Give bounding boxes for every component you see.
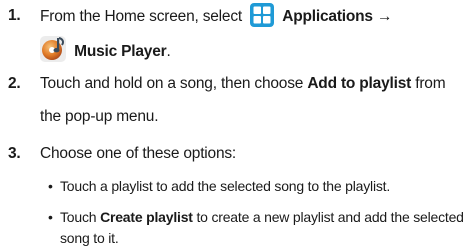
step-text: from [415, 75, 446, 92]
arrow-glyph: → [376, 8, 393, 25]
instruction-page: 1. From the Home screen, select Applicat… [0, 0, 474, 246]
step-1-period: . [166, 43, 171, 60]
step-2-line-2: the pop-up menu. [40, 104, 159, 130]
add-to-playlist-label: Add to playlist [307, 75, 412, 92]
bullet-text: Touch [60, 209, 97, 225]
music-player-label: Music Player [74, 43, 167, 60]
step-number: 1. [8, 7, 21, 24]
list-item: • Touch Create playlist to create a new … [48, 207, 472, 249]
music-player-icon [40, 36, 66, 71]
step-text: From the Home screen, select [40, 8, 243, 25]
create-playlist-label: Create playlist [100, 209, 193, 225]
step-text: the pop-up menu. [40, 108, 159, 125]
step-1-line-2: Music Player. [40, 36, 171, 71]
bullet-text: Touch a playlist to add the selected son… [60, 178, 391, 194]
step-text: Choose one of these options: [40, 145, 237, 162]
step-2-line-1: Touch and hold on a song, then choose Ad… [40, 71, 446, 97]
step-3-line-1: Choose one of these options: [40, 141, 236, 167]
bullet-icon: • [48, 178, 53, 194]
step-1-line-1: From the Home screen, select Application… [40, 3, 392, 36]
step-text: Touch and hold on a song, then choose [40, 75, 304, 92]
applications-label: Applications [282, 8, 373, 25]
step-number: 3. [8, 145, 21, 162]
list-item: • Touch a playlist to add the selected s… [48, 176, 391, 197]
applications-grid-icon [250, 3, 275, 36]
step-number: 2. [8, 75, 21, 92]
bullet-icon: • [48, 209, 53, 225]
